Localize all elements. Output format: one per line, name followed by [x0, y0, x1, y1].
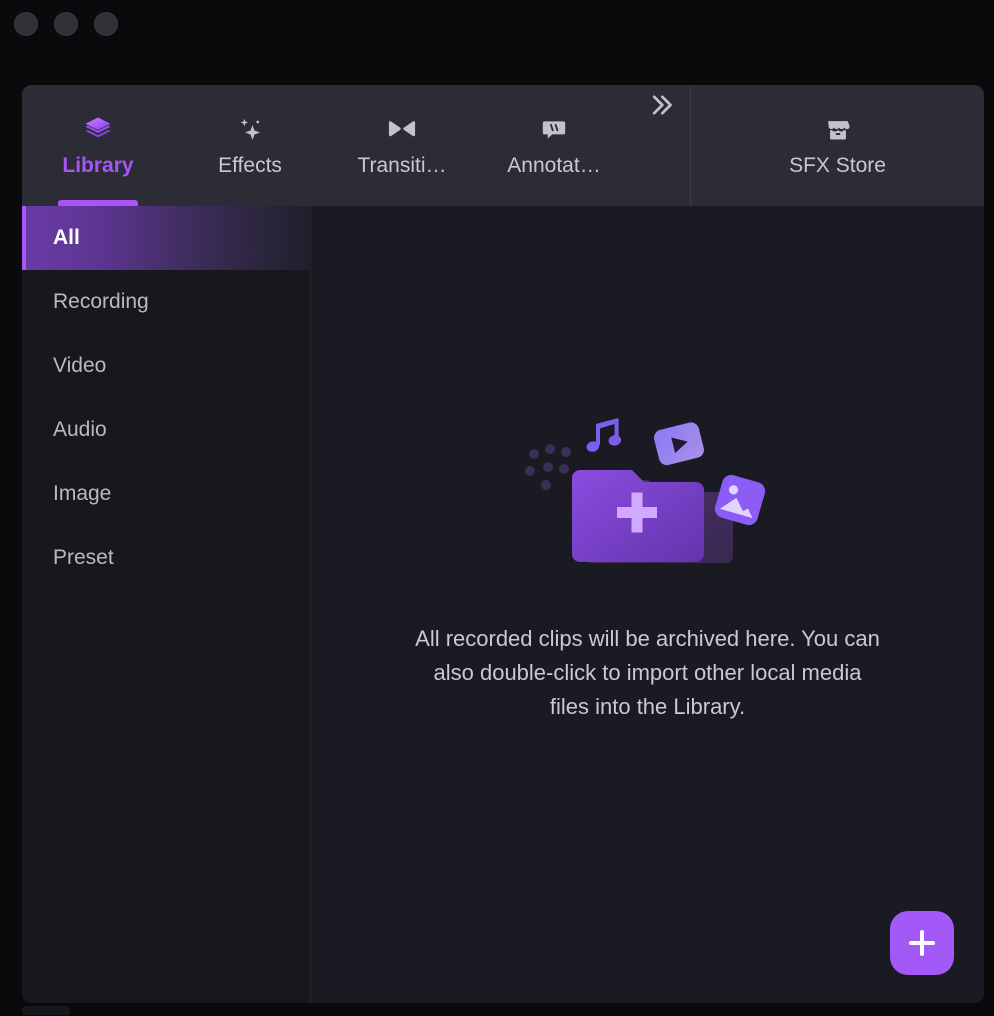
tab-effects-label: Effects — [218, 154, 282, 177]
sidebar-item-recording[interactable]: Recording — [22, 270, 310, 334]
tab-group-primary: Library Effects Transiti… Annotat… — [22, 85, 690, 206]
sidebar-item-image[interactable]: Image — [22, 462, 310, 526]
tab-group-store: SFX Store — [691, 85, 984, 206]
empty-state: All recorded clips will be archived here… — [311, 402, 984, 724]
tab-transitions-label: Transiti… — [357, 154, 447, 177]
tab-bar: Library Effects Transiti… Annotat… SFX S… — [22, 85, 984, 206]
tab-transitions[interactable]: Transiti… — [326, 85, 478, 206]
store-icon — [824, 113, 852, 147]
sidebar-item-label: Video — [53, 354, 107, 377]
sidebar-item-label: Audio — [53, 418, 107, 441]
window-titlebar — [0, 0, 994, 84]
minimize-dot-icon[interactable] — [54, 12, 78, 36]
sidebar-item-label: Recording — [53, 290, 149, 313]
tab-annotations-label: Annotat… — [507, 154, 601, 177]
layers-icon — [83, 113, 113, 147]
sidebar-item-label: Image — [53, 482, 112, 505]
dots-cluster — [524, 444, 571, 490]
tab-overflow-button[interactable] — [630, 85, 690, 124]
plus-icon — [920, 930, 924, 956]
video-card-icon — [653, 422, 704, 466]
sidebar-item-all[interactable]: All — [22, 206, 310, 270]
empty-state-message: All recorded clips will be archived here… — [415, 626, 880, 719]
sidebar-item-video[interactable]: Video — [22, 334, 310, 398]
music-note-icon — [586, 418, 621, 452]
panel-body: All Recording Video Audio Image Preset A… — [22, 206, 984, 1003]
sidebar-item-label: Preset — [53, 546, 114, 569]
app-window: Library Effects Transiti… Annotat… SFX S… — [0, 0, 994, 1016]
tab-library[interactable]: Library — [22, 85, 174, 206]
double-chevron-right-icon — [646, 91, 674, 124]
add-media-button[interactable] — [890, 911, 954, 975]
library-panel: Library Effects Transiti… Annotat… SFX S… — [22, 85, 984, 1003]
category-sidebar: All Recording Video Audio Image Preset — [22, 206, 311, 1003]
window-controls — [14, 12, 118, 36]
tab-effects[interactable]: Effects — [174, 85, 326, 206]
library-content-area[interactable]: All recorded clips will be archived here… — [311, 206, 984, 1003]
panel-bottom-stub — [22, 1006, 70, 1015]
sidebar-item-label: All — [53, 226, 80, 249]
sidebar-item-audio[interactable]: Audio — [22, 398, 310, 462]
tab-annotations[interactable]: Annotat… — [478, 85, 630, 206]
tab-sfx-store[interactable]: SFX Store — [738, 85, 938, 206]
empty-library-folder-illustration — [518, 402, 778, 582]
close-dot-icon[interactable] — [14, 12, 38, 36]
sidebar-item-preset[interactable]: Preset — [22, 526, 310, 590]
tab-sfx-store-label: SFX Store — [789, 154, 886, 177]
maximize-dot-icon[interactable] — [94, 12, 118, 36]
transition-icon — [386, 113, 418, 147]
speech-bubble-icon — [540, 113, 568, 147]
tab-library-label: Library — [62, 154, 134, 177]
sparkles-icon — [235, 113, 265, 147]
